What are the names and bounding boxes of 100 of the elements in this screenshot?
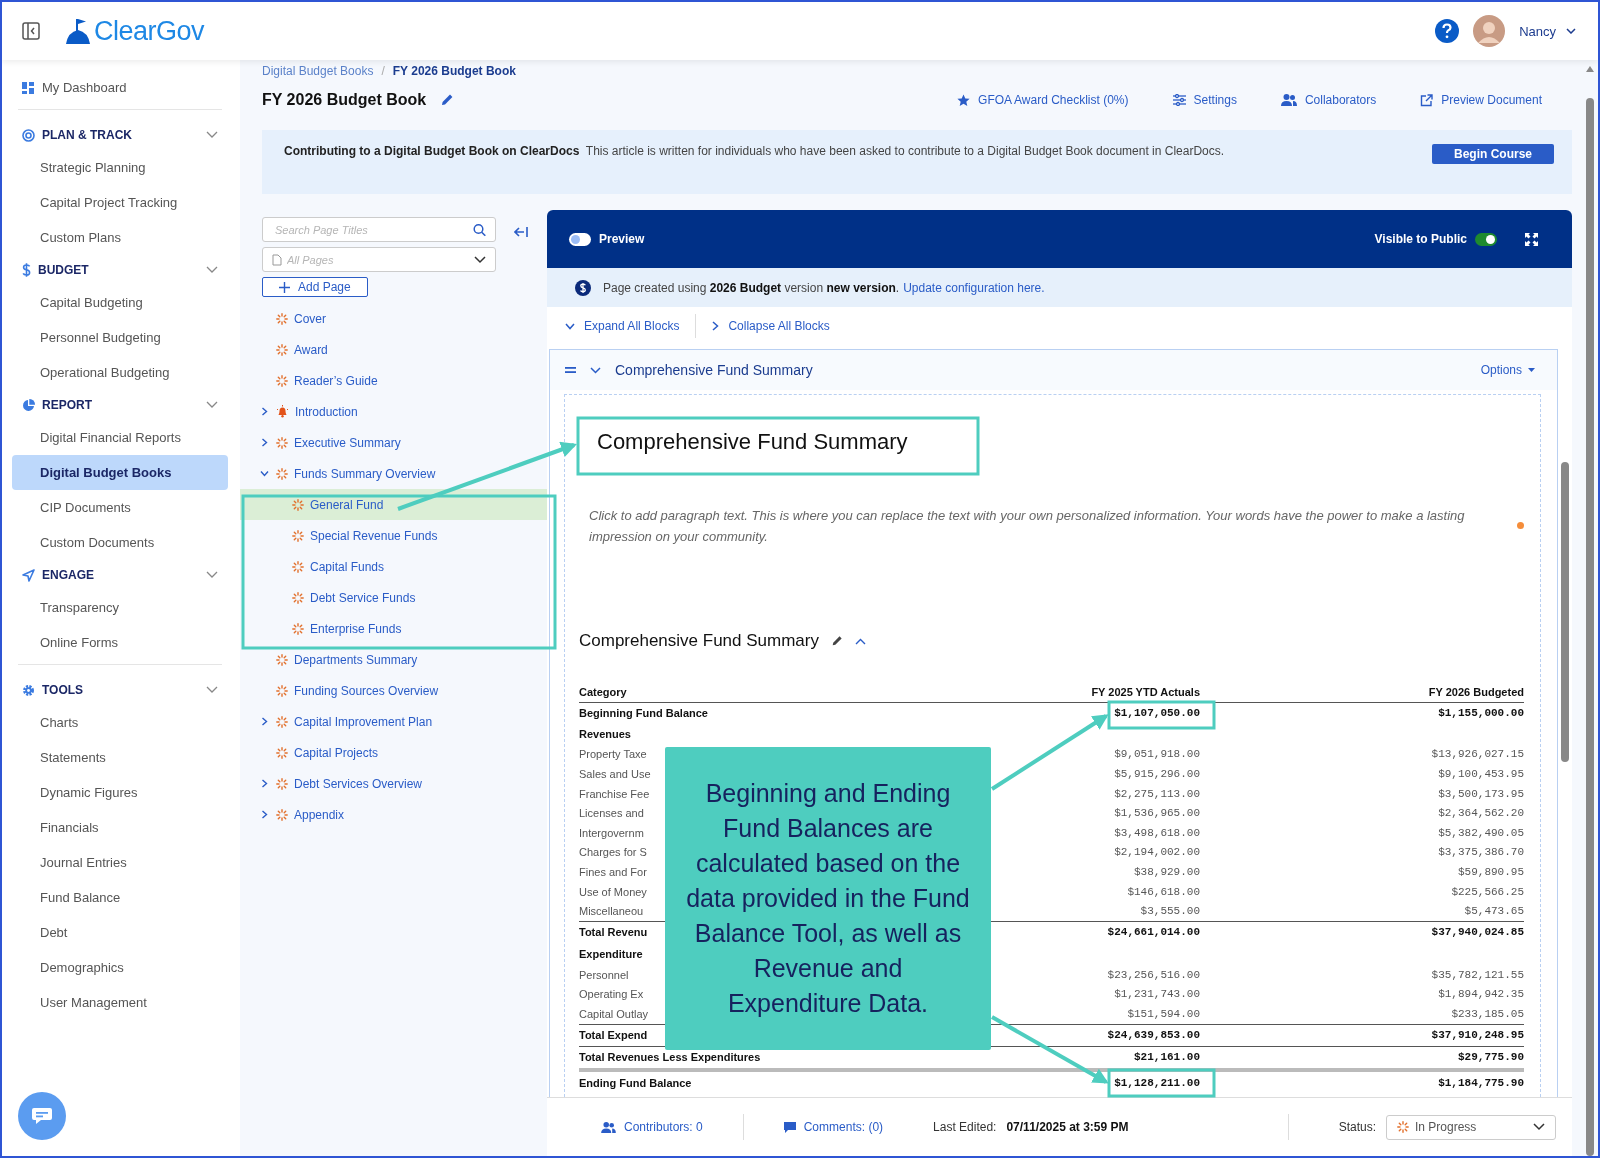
nav-item[interactable]: Strategic Planning xyxy=(12,150,228,185)
chevron-icon[interactable] xyxy=(206,131,218,139)
nav-item[interactable]: Personnel Budgeting xyxy=(12,320,228,355)
search-icon[interactable] xyxy=(473,223,486,236)
user-name[interactable]: Nancy xyxy=(1519,23,1556,39)
page-tree-item[interactable]: Executive Summary xyxy=(238,427,550,458)
paragraph-text[interactable]: Click to add paragraph text. This is where you can replace the text with your own personalized information. Your words have the power to make a lasting impression on your community. xyxy=(579,505,1497,547)
section-title[interactable]: ENGAGE xyxy=(42,568,94,582)
nav-item[interactable]: Digital Financial Reports xyxy=(12,420,228,455)
chevron-icon[interactable] xyxy=(206,401,218,409)
chevron-icon[interactable] xyxy=(260,810,269,819)
chat-button[interactable] xyxy=(18,1092,66,1140)
page-tree-item[interactable]: Cover xyxy=(238,303,550,334)
visibility-toggle[interactable] xyxy=(1475,232,1497,246)
nav-item[interactable]: Transparency xyxy=(12,590,228,625)
chevron-icon[interactable] xyxy=(206,266,218,274)
toolbar-link[interactable]: Preview Document xyxy=(1441,93,1542,107)
section-title[interactable]: REPORT xyxy=(42,398,92,412)
search-field[interactable]: Search Page Titles xyxy=(262,217,496,242)
column-header: FY 2025 YTD Actuals xyxy=(1090,686,1200,698)
block-title[interactable]: Comprehensive Fund Summary xyxy=(615,362,813,378)
page-tree-item[interactable]: Departments Summary xyxy=(238,644,550,675)
chevron-icon[interactable] xyxy=(260,717,269,726)
table-cell-text: $1,231,743.00 xyxy=(1113,988,1200,1001)
page-tree-item[interactable]: Capital Improvement Plan xyxy=(238,706,550,737)
table-cell-text: $59,890.95 xyxy=(1457,865,1524,878)
page-tree-item[interactable]: Enterprise Funds xyxy=(238,613,550,644)
nav-item[interactable]: User Management xyxy=(12,985,228,1020)
nav-item[interactable]: Capital Project Tracking xyxy=(12,185,228,220)
nav-item[interactable]: Fund Balance xyxy=(12,880,228,915)
pencil-icon[interactable] xyxy=(831,635,843,647)
page-tree-item[interactable]: Reader’s Guide xyxy=(238,365,550,396)
caret-icon[interactable] xyxy=(1566,28,1576,34)
page-tree-item[interactable]: Introduction xyxy=(238,396,550,427)
nav-item[interactable]: Custom Plans xyxy=(12,220,228,255)
chevron-icon[interactable] xyxy=(590,366,601,374)
table-cell-text: $1,536,965.00 xyxy=(1113,807,1200,820)
chevron-icon[interactable] xyxy=(260,469,269,478)
page-tree-item[interactable]: Debt Services Overview xyxy=(238,768,550,799)
dropdown-caret-icon[interactable] xyxy=(474,255,486,264)
collapse-panel-icon[interactable] xyxy=(514,226,528,238)
page-tree-item[interactable]: Funds Summary Overview xyxy=(238,458,550,489)
chevron-icon[interactable] xyxy=(260,779,269,788)
page-tree-item[interactable]: Award xyxy=(238,334,550,365)
toolbar-link[interactable]: Settings xyxy=(1193,93,1237,107)
contributors-link[interactable]: Contributors: 0 xyxy=(601,1120,703,1134)
nav-item[interactable]: Charts xyxy=(12,705,228,740)
fullscreen-icon[interactable] xyxy=(1525,232,1538,246)
nav-item[interactable]: Financials xyxy=(12,810,228,845)
section-title[interactable]: PLAN & TRACK xyxy=(42,128,132,142)
table-cell: Franchise Fee xyxy=(579,787,650,800)
help-icon[interactable] xyxy=(1435,19,1460,43)
status-dropdown[interactable]: In Progress xyxy=(1386,1114,1556,1140)
nav-item[interactable]: Journal Entries xyxy=(12,845,228,880)
nav-item[interactable]: Custom Documents xyxy=(12,525,228,560)
page-tree-item[interactable]: Funding Sources Overview xyxy=(238,675,550,706)
chevron-icon[interactable] xyxy=(260,438,269,447)
status-dot xyxy=(1517,522,1524,529)
add-page-button[interactable]: Add Page xyxy=(262,277,368,297)
table-cell: Property Taxe xyxy=(579,748,647,761)
drag-handle-icon[interactable] xyxy=(565,367,576,373)
nav-item[interactable]: Online Forms xyxy=(12,625,228,660)
nav-item[interactable]: Statements xyxy=(12,740,228,775)
nav-item[interactable]: My Dashboard xyxy=(42,80,127,95)
page-tree-item[interactable]: Debt Service Funds xyxy=(238,582,550,613)
chevron-icon[interactable] xyxy=(206,686,218,694)
nav-item[interactable]: Digital Budget Books xyxy=(12,455,228,490)
last-edited-label: Last Edited: xyxy=(933,1120,997,1134)
nav-item[interactable]: Dynamic Figures xyxy=(12,775,228,810)
expand-all-link[interactable]: Expand All Blocks xyxy=(565,319,680,333)
sidebar-toggle-icon[interactable] xyxy=(22,22,40,40)
toolbar-link[interactable]: GFOA Award Checklist (0%) xyxy=(978,93,1129,107)
table-cell-text: $3,498,618.00 xyxy=(1113,826,1200,839)
comments-link[interactable]: Comments: (0) xyxy=(783,1120,884,1134)
nav-item[interactable]: CIP Documents xyxy=(12,490,228,525)
page-tree-item[interactable]: Capital Projects xyxy=(238,737,550,768)
nav-item[interactable]: Capital Budgeting xyxy=(12,285,228,320)
update-configuration-link[interactable]: Update configuration here. xyxy=(903,280,1045,295)
chevron-icon[interactable] xyxy=(206,571,218,579)
chevron-up-icon[interactable] xyxy=(855,637,866,645)
preview-toggle[interactable] xyxy=(569,232,591,246)
toolbar-link[interactable]: Collaborators xyxy=(1304,93,1377,107)
section-title[interactable]: BUDGET xyxy=(38,263,89,277)
block-heading[interactable]: Comprehensive Fund Summary xyxy=(587,415,1524,471)
chevron-icon[interactable] xyxy=(260,407,269,416)
nav-item[interactable]: Demographics xyxy=(12,950,228,985)
page-tree-item[interactable]: Capital Funds xyxy=(238,551,550,582)
page-filter-dropdown[interactable]: All Pages xyxy=(262,247,496,272)
collapse-all-link[interactable]: Collapse All Blocks xyxy=(712,319,830,333)
spinner-icon xyxy=(1397,1121,1409,1133)
pencil-icon[interactable] xyxy=(440,93,455,107)
nav-item[interactable]: Operational Budgeting xyxy=(12,355,228,390)
breadcrumb-link[interactable]: Digital Budget Books xyxy=(262,64,374,80)
begin-course-button[interactable]: Begin Course xyxy=(1432,144,1554,164)
section-title[interactable]: TOOLS xyxy=(42,683,84,697)
page-tree-item[interactable]: Special Revenue Funds xyxy=(238,520,550,551)
options-menu[interactable]: Options xyxy=(1480,363,1535,377)
page-tree-item[interactable]: Appendix xyxy=(238,799,550,830)
scroll-up-icon[interactable] xyxy=(1586,66,1594,72)
nav-item[interactable]: Debt xyxy=(12,915,228,950)
